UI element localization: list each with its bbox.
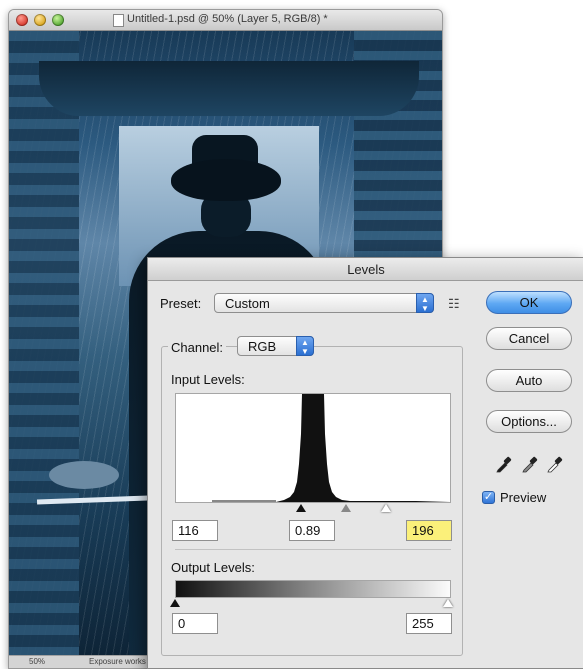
input-levels-label: Input Levels: xyxy=(171,372,245,387)
input-black-field[interactable]: 116 xyxy=(172,520,218,541)
input-levels-slider[interactable] xyxy=(175,502,451,516)
preset-dropdown[interactable]: Custom ▲ ▼ xyxy=(214,293,434,313)
chevron-updown-icon: ▲ ▼ xyxy=(296,336,314,356)
document-titlebar[interactable]: Untitled-1.psd @ 50% (Layer 5, RGB/8) * xyxy=(9,10,442,31)
input-black-handle[interactable] xyxy=(296,504,306,512)
cancel-button[interactable]: Cancel xyxy=(486,327,572,350)
preset-value: Custom xyxy=(225,296,270,311)
histogram xyxy=(175,393,451,503)
dialog-title: Levels xyxy=(347,262,385,277)
document-title: Untitled-1.psd @ 50% (Layer 5, RGB/8) * xyxy=(127,13,328,25)
channel-label: Channel: xyxy=(168,340,227,355)
zoom-icon[interactable] xyxy=(52,14,64,26)
output-gradient-bar xyxy=(175,580,451,598)
chevron-updown-icon: ▲ ▼ xyxy=(416,293,434,313)
black-point-eyedropper-icon[interactable] xyxy=(494,455,512,473)
output-black-field[interactable]: 0 xyxy=(172,613,218,634)
input-white-field[interactable]: 196 xyxy=(406,520,452,541)
options-button[interactable]: Options... xyxy=(486,410,572,433)
input-gamma-handle[interactable] xyxy=(341,504,351,512)
preview-checkbox[interactable]: ✓ xyxy=(482,491,495,504)
checkmark-icon: ✓ xyxy=(483,491,494,503)
close-icon[interactable] xyxy=(16,14,28,26)
output-black-handle[interactable] xyxy=(170,599,180,607)
canvas-figure-hand xyxy=(49,461,119,489)
input-gamma-field[interactable]: 0.89 xyxy=(289,520,335,541)
levels-dialog: Levels Preset: Custom ▲ ▼ ☷ Channel: RGB … xyxy=(147,257,583,669)
output-white-handle[interactable] xyxy=(443,599,453,607)
document-icon xyxy=(113,14,124,27)
auto-button[interactable]: Auto xyxy=(486,369,572,392)
gray-point-eyedropper-icon[interactable] xyxy=(520,455,538,473)
preset-menu-icon[interactable]: ☷ xyxy=(448,296,460,312)
output-white-field[interactable]: 255 xyxy=(406,613,452,634)
histogram-graph xyxy=(176,394,450,502)
ok-button[interactable]: OK xyxy=(486,291,572,314)
minimize-icon[interactable] xyxy=(34,14,46,26)
dialog-titlebar[interactable]: Levels xyxy=(148,258,583,281)
preview-label[interactable]: Preview xyxy=(500,490,546,505)
canvas-building-left xyxy=(9,31,79,655)
input-white-handle[interactable] xyxy=(381,504,391,512)
white-point-eyedropper-icon[interactable] xyxy=(545,455,563,473)
preset-label: Preset: xyxy=(160,296,202,311)
status-zoom[interactable]: 50% xyxy=(29,657,45,666)
channel-value: RGB xyxy=(248,339,277,354)
channel-dropdown[interactable]: RGB ▲ ▼ xyxy=(237,336,314,356)
output-levels-label: Output Levels: xyxy=(171,560,255,575)
canvas-bridge xyxy=(39,61,419,116)
levels-divider xyxy=(175,549,451,550)
canvas-figure-hat xyxy=(171,159,281,201)
output-levels-slider[interactable] xyxy=(170,597,453,611)
